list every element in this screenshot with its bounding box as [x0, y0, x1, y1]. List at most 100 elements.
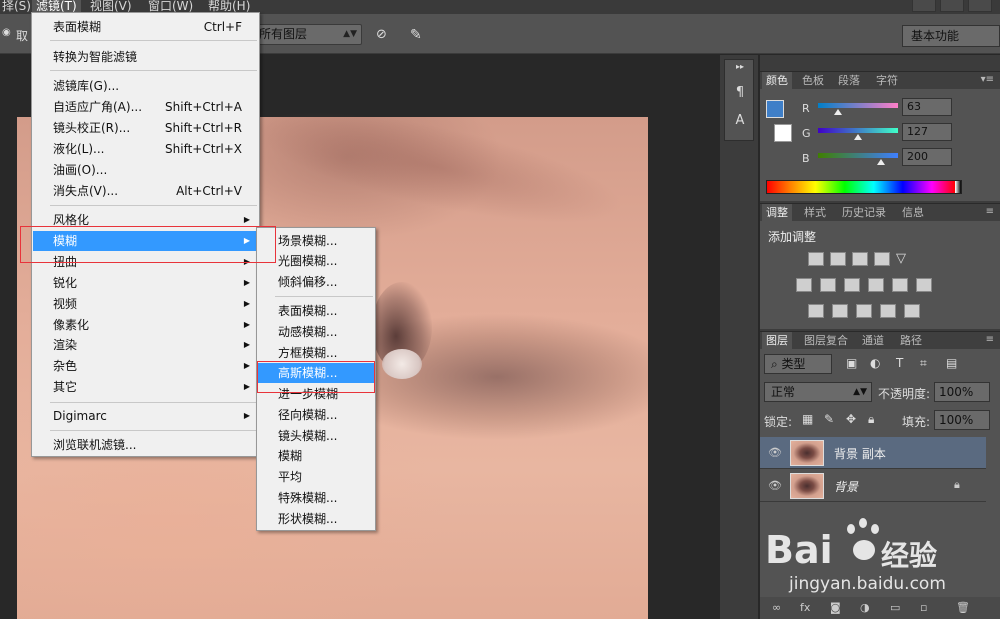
submenu-item-tilt-shift[interactable]: 倾斜偏移...: [258, 272, 374, 292]
menu-item-render[interactable]: 渲染 ▶: [33, 335, 258, 355]
color-lookup-icon[interactable]: [916, 278, 932, 292]
menu-item-stylize[interactable]: 风格化 ▶: [33, 210, 258, 230]
tab-color[interactable]: 颜色: [762, 72, 792, 89]
menu-item-distort[interactable]: 扭曲 ▶: [33, 252, 258, 272]
tab-paragraph[interactable]: 段落: [834, 72, 864, 89]
menu-item-vanishing-point[interactable]: 消失点(V)... Alt+Ctrl+V: [33, 181, 258, 201]
tab-channels[interactable]: 通道: [858, 332, 888, 349]
menu-item-lens-correction[interactable]: 镜头校正(R)... Shift+Ctrl+R: [33, 118, 258, 138]
layer-filter-kind-select[interactable]: ⌕ 类型: [764, 354, 832, 374]
background-color-swatch[interactable]: [774, 124, 792, 142]
tab-layer-comps[interactable]: 图层复合: [800, 332, 852, 349]
tab-history[interactable]: 历史记录: [838, 204, 890, 221]
tab-layers[interactable]: 图层: [762, 332, 792, 349]
menu-item-sharpen[interactable]: 锐化 ▶: [33, 273, 258, 293]
eye-icon[interactable]: 👁︎: [768, 446, 782, 460]
posterize-icon[interactable]: [832, 304, 848, 318]
color-balance-icon[interactable]: [820, 278, 836, 292]
panel-menu-icon[interactable]: ≡: [986, 334, 994, 345]
tab-swatches[interactable]: 色板: [798, 72, 828, 89]
lock-all-icon[interactable]: 🔒︎: [868, 412, 874, 427]
layer-row[interactable]: 👁︎ 背景 副本: [760, 437, 986, 469]
minimize-button[interactable]: [912, 0, 936, 12]
delete-layer-icon[interactable]: 🗑︎: [956, 601, 970, 614]
submenu-item-radial-blur[interactable]: 径向模糊...: [258, 405, 374, 425]
menu-item-liquify[interactable]: 液化(L)... Shift+Ctrl+X: [33, 139, 258, 159]
shape-filter-icon[interactable]: ⌗: [920, 356, 927, 371]
new-adjustment-icon[interactable]: ◑: [860, 601, 870, 614]
maximize-button[interactable]: [940, 0, 964, 12]
red-value-field[interactable]: 63: [902, 98, 952, 116]
new-layer-icon[interactable]: ▫: [920, 601, 927, 614]
pixel-filter-icon[interactable]: ▣: [846, 356, 857, 370]
hue-saturation-icon[interactable]: [796, 278, 812, 292]
tab-styles[interactable]: 样式: [800, 204, 830, 221]
color-spectrum-ramp[interactable]: [766, 180, 962, 194]
submenu-item-smart-blur[interactable]: 特殊模糊...: [258, 488, 374, 508]
tab-character[interactable]: 字符: [872, 72, 902, 89]
ignore-adjustments-icon[interactable]: ⊘: [376, 27, 387, 42]
link-layers-icon[interactable]: ∞: [772, 601, 781, 614]
photo-filter-icon[interactable]: [868, 278, 884, 292]
submenu-item-lens-blur[interactable]: 镜头模糊...: [258, 426, 374, 446]
opacity-field[interactable]: 100%: [934, 382, 990, 402]
levels-icon[interactable]: [830, 252, 846, 266]
gradient-map-icon[interactable]: [880, 304, 896, 318]
layer-style-icon[interactable]: fx: [800, 601, 810, 614]
menu-select[interactable]: 择(S): [0, 0, 35, 14]
brightness-contrast-icon[interactable]: [808, 252, 824, 266]
character-panel-icon[interactable]: A: [731, 112, 749, 130]
menu-item-last-filter[interactable]: 表面模糊 Ctrl+F: [33, 17, 258, 37]
smart-object-filter-icon[interactable]: ▤: [946, 356, 957, 370]
curves-icon[interactable]: [852, 252, 868, 266]
workspace-select[interactable]: 基本功能: [902, 25, 1000, 47]
menu-item-other[interactable]: 其它 ▶: [33, 377, 258, 397]
radio-icon[interactable]: ◉: [2, 27, 11, 38]
menu-item-oil-paint[interactable]: 油画(O)...: [33, 160, 258, 180]
submenu-item-box-blur[interactable]: 方框模糊...: [258, 343, 374, 363]
foreground-color-swatch[interactable]: [766, 100, 784, 118]
sample-layers-select[interactable]: 所有图层 ▲▼: [252, 24, 362, 45]
submenu-item-motion-blur[interactable]: 动感模糊...: [258, 322, 374, 342]
menu-item-convert-smart[interactable]: 转换为智能滤镜: [33, 47, 258, 67]
black-white-icon[interactable]: [844, 278, 860, 292]
panel-menu-icon[interactable]: ▾≡: [981, 74, 994, 85]
blue-value-field[interactable]: 200: [902, 148, 952, 166]
tab-paths[interactable]: 路径: [896, 332, 926, 349]
eye-icon[interactable]: 👁︎: [768, 479, 782, 493]
tab-adjustments[interactable]: 调整: [762, 204, 792, 221]
panel-menu-icon[interactable]: ≡: [986, 206, 994, 217]
submenu-item-field-blur[interactable]: 场景模糊...: [258, 231, 374, 251]
threshold-icon[interactable]: [856, 304, 872, 318]
invert-icon[interactable]: [808, 304, 824, 318]
lock-pixels-icon[interactable]: ✎: [824, 412, 834, 426]
blend-mode-select[interactable]: 正常 ▲▼: [764, 382, 872, 402]
lock-position-icon[interactable]: ✥: [846, 412, 856, 426]
blue-slider-thumb[interactable]: [877, 159, 885, 165]
red-slider-thumb[interactable]: [834, 109, 842, 115]
menu-item-filter-gallery[interactable]: 滤镜库(G)...: [33, 76, 258, 96]
exposure-icon[interactable]: [874, 252, 890, 266]
red-slider[interactable]: [818, 103, 898, 108]
selective-color-icon[interactable]: [904, 304, 920, 318]
close-button[interactable]: [968, 0, 992, 12]
submenu-item-surface-blur[interactable]: 表面模糊...: [258, 301, 374, 321]
submenu-item-gaussian-blur[interactable]: 高斯模糊...: [258, 363, 374, 383]
green-slider-thumb[interactable]: [854, 134, 862, 140]
menu-item-digimarc[interactable]: Digimarc ▶: [33, 406, 258, 426]
adjustment-filter-icon[interactable]: ◐: [870, 356, 880, 370]
vibrance-icon[interactable]: ▽: [896, 252, 912, 266]
lock-transparent-icon[interactable]: ▦: [802, 412, 813, 426]
type-filter-icon[interactable]: T: [896, 356, 903, 370]
green-slider[interactable]: [818, 128, 898, 133]
submenu-item-blur[interactable]: 模糊: [258, 446, 374, 466]
submenu-item-average[interactable]: 平均: [258, 467, 374, 487]
menu-item-video[interactable]: 视频 ▶: [33, 294, 258, 314]
add-mask-icon[interactable]: ◙: [830, 601, 841, 614]
blue-slider[interactable]: [818, 153, 898, 158]
pressure-pen-icon[interactable]: ✎: [410, 27, 422, 43]
menu-item-pixelate[interactable]: 像素化 ▶: [33, 315, 258, 335]
menu-item-blur[interactable]: 模糊 ▶: [33, 231, 258, 251]
menu-item-browse-online[interactable]: 浏览联机滤镜...: [33, 435, 258, 455]
expand-dock-icon[interactable]: ▸▸: [731, 62, 749, 72]
